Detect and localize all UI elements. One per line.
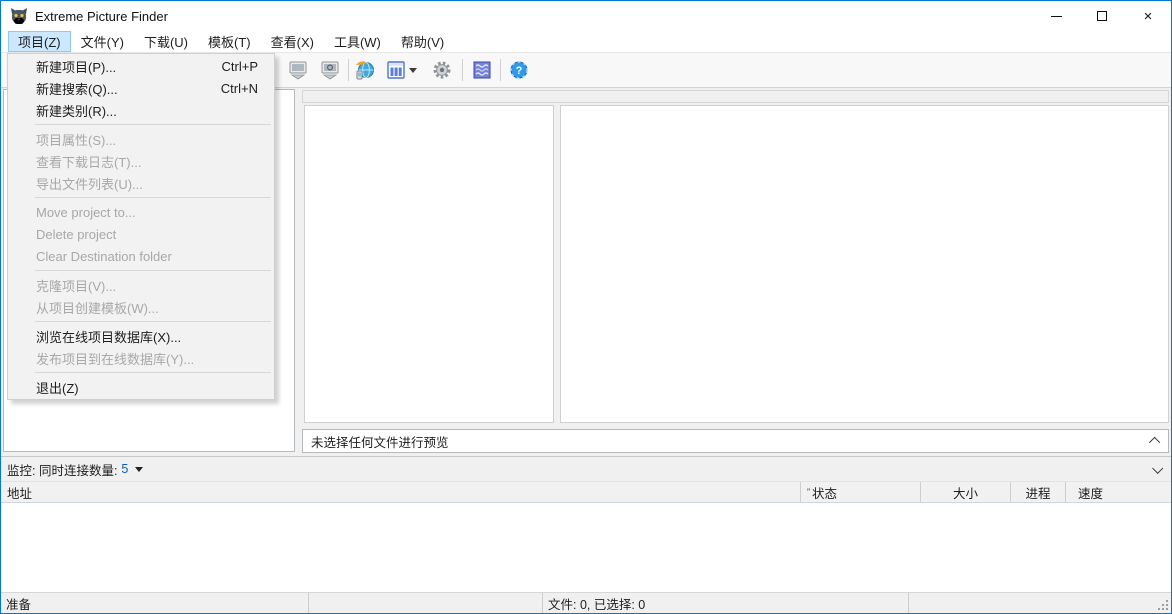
- window-title: Extreme Picture Finder: [35, 8, 168, 24]
- shortcut-label: Ctrl+P: [221, 58, 258, 74]
- toggle-preview-panel-button[interactable]: [316, 57, 344, 83]
- settings-button[interactable]: [428, 57, 456, 83]
- column-header-size[interactable]: 大小: [921, 482, 1011, 502]
- window-controls: ×: [1033, 1, 1171, 31]
- menu-help[interactable]: 帮助(V): [391, 31, 454, 52]
- close-icon[interactable]: ×: [1125, 1, 1171, 31]
- menu-item-new-project[interactable]: 新建项目(P)... Ctrl+P: [8, 55, 274, 77]
- minimize-icon[interactable]: [1033, 1, 1079, 31]
- menu-separator: [35, 270, 271, 271]
- menu-item-browse-online-database[interactable]: 浏览在线项目数据库(X)...: [8, 325, 274, 347]
- menu-separator: [35, 321, 271, 322]
- open-browser-button[interactable]: [351, 57, 379, 83]
- status-ready: 准备: [6, 597, 32, 612]
- column-header-progress[interactable]: 进程: [1011, 482, 1066, 502]
- menu-item-clone-project: 克隆项目(V)...: [36, 278, 117, 294]
- toolbar-separator: [462, 59, 463, 81]
- menu-item-publish-to-online-database: 发布项目到在线数据库(Y)...: [36, 351, 195, 367]
- settings-gear-icon: [433, 61, 451, 79]
- shortcut-label: Ctrl+N: [220, 80, 258, 96]
- project-dropdown-menu: 新建项目(P)... Ctrl+P 新建搜索(Q)... Ctrl+N 新建类别…: [7, 53, 275, 400]
- menubar: 项目(Z) 文件(Y) 下载(U) 模板(T) 查看(X) 工具(W) 帮助(V…: [1, 31, 1171, 53]
- menu-separator: [35, 372, 271, 373]
- resize-grip[interactable]: [1158, 600, 1168, 610]
- menu-item-delete-project: Delete project: [36, 226, 117, 242]
- folder-pane[interactable]: [304, 105, 554, 423]
- menu-item-clear-destination-folder: Clear Destination folder: [36, 248, 172, 264]
- monitor-bar: 监控: 同时连接数量: 5: [1, 456, 1171, 481]
- view-mode-icon: [387, 61, 405, 79]
- menu-item-new-search[interactable]: 新建搜索(Q)... Ctrl+N: [8, 77, 274, 99]
- collapse-preview-icon[interactable]: [1148, 436, 1161, 449]
- column-header-status[interactable]: ” 状态: [801, 482, 921, 502]
- downloads-table-header: 地址 ” 状态 大小 进程 速度: [1, 481, 1171, 503]
- svg-text:?: ?: [516, 65, 523, 77]
- preview-message: 未选择任何文件进行预览: [311, 435, 449, 450]
- menu-view[interactable]: 查看(X): [261, 31, 324, 52]
- column-header-speed[interactable]: 速度: [1066, 482, 1171, 502]
- download-panel-icon: [289, 61, 307, 80]
- menu-tools[interactable]: 工具(W): [324, 31, 391, 52]
- templates-icon: [473, 61, 491, 79]
- menu-item-create-template-from-project: 从项目创建模板(W)...: [36, 300, 159, 316]
- menu-download[interactable]: 下载(U): [134, 31, 198, 52]
- help-button[interactable]: ?: [505, 57, 533, 83]
- menu-item-view-download-log: 查看下载日志(T)...: [36, 154, 142, 170]
- view-mode-dropdown-icon[interactable]: [405, 57, 421, 83]
- connection-count-link[interactable]: 5: [121, 462, 128, 476]
- sort-indicator-icon: ”: [807, 486, 810, 497]
- column-header-address[interactable]: 地址: [1, 482, 801, 502]
- file-list-header-strip: [302, 90, 1169, 103]
- templates-button[interactable]: [468, 57, 496, 83]
- browser-icon: [356, 61, 374, 80]
- menu-item-new-category[interactable]: 新建类别(R)...: [8, 99, 274, 121]
- status-file-count: 文件: 0, 已选择: 0: [548, 597, 646, 612]
- titlebar: Extreme Picture Finder ×: [1, 1, 1171, 31]
- toggle-download-panel-button[interactable]: [284, 57, 312, 83]
- help-icon: ?: [510, 61, 528, 79]
- connection-count-dropdown-icon[interactable]: [135, 466, 144, 472]
- menu-item-move-project: Move project to...: [36, 204, 136, 220]
- panther-logo-icon: [11, 8, 27, 24]
- maximize-icon[interactable]: [1079, 1, 1125, 31]
- status-empty-cell: [309, 593, 542, 613]
- menu-item-export-file-list: 导出文件列表(U)...: [36, 176, 143, 192]
- preview-panel-icon: [321, 61, 339, 80]
- menu-item-project-properties: 项目属性(S)...: [36, 132, 117, 148]
- preview-bar: 未选择任何文件进行预览: [302, 429, 1169, 453]
- menu-item-exit[interactable]: 退出(Z): [8, 376, 274, 398]
- statusbar: 准备 文件: 0, 已选择: 0: [1, 592, 1171, 613]
- downloads-list[interactable]: [1, 503, 1171, 592]
- toolbar-separator: [500, 59, 501, 81]
- statusbar-divider: [908, 593, 909, 613]
- toolbar-separator: [348, 59, 349, 81]
- monitor-label: 监控: 同时连接数量:: [7, 463, 118, 478]
- menu-template[interactable]: 模板(T): [198, 31, 261, 52]
- menu-separator: [35, 124, 271, 125]
- menu-file[interactable]: 文件(Y): [71, 31, 134, 52]
- file-list-pane[interactable]: [560, 105, 1169, 423]
- menu-separator: [35, 197, 271, 198]
- menu-project[interactable]: 项目(Z): [8, 31, 71, 52]
- app-window: Extreme Picture Finder × 项目(Z) 文件(Y) 下载(…: [0, 0, 1172, 614]
- expand-monitor-icon[interactable]: [1152, 462, 1164, 474]
